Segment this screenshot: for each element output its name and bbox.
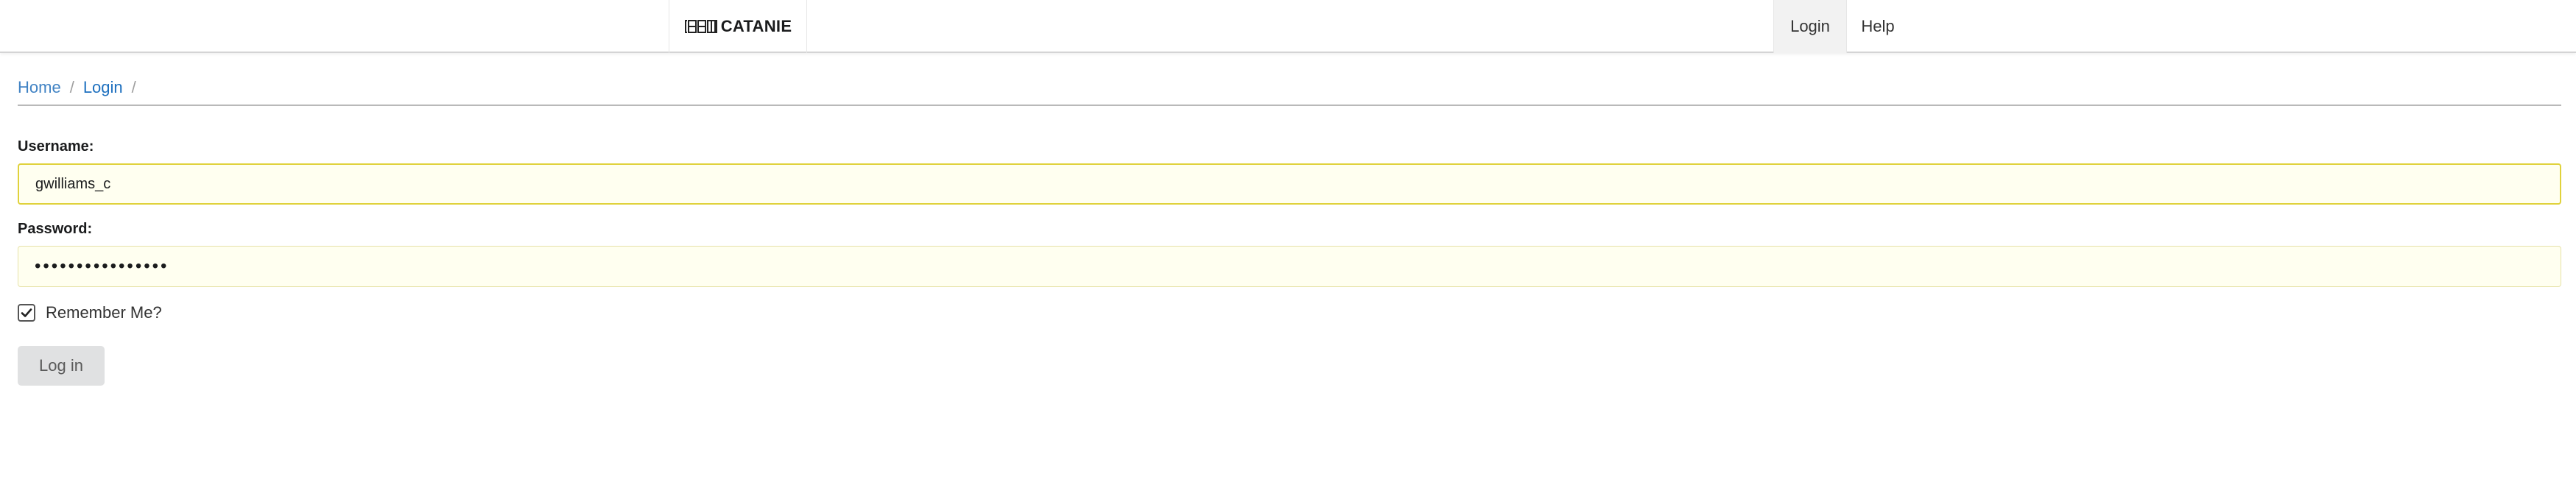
breadcrumb-separator: / <box>69 78 74 96</box>
breadcrumb-separator: / <box>131 78 136 96</box>
username-label: Username: <box>18 138 94 155</box>
remember-me-checkbox[interactable] <box>18 304 35 322</box>
password-label: Password: <box>18 221 93 237</box>
remember-me-label: Remember Me? <box>46 303 162 322</box>
brand-name: CATANIE <box>720 17 792 35</box>
breadcrumb-login[interactable]: Login <box>83 78 123 97</box>
nav-login[interactable]: Login <box>1773 0 1847 53</box>
checkmark-icon <box>21 308 32 317</box>
remember-me: Remember Me? <box>18 303 162 322</box>
password-input[interactable] <box>18 246 2561 287</box>
catanie-logo-icon <box>684 20 717 33</box>
breadcrumb: Home / Login / <box>18 77 2561 106</box>
brand[interactable]: CATANIE <box>669 0 807 53</box>
top-navbar: CATANIE Login Help <box>0 0 2576 53</box>
login-button[interactable]: Log in <box>18 346 105 386</box>
nav-help[interactable]: Help <box>1847 0 1909 53</box>
username-input[interactable] <box>18 163 2561 205</box>
breadcrumb-home[interactable]: Home <box>18 78 61 97</box>
